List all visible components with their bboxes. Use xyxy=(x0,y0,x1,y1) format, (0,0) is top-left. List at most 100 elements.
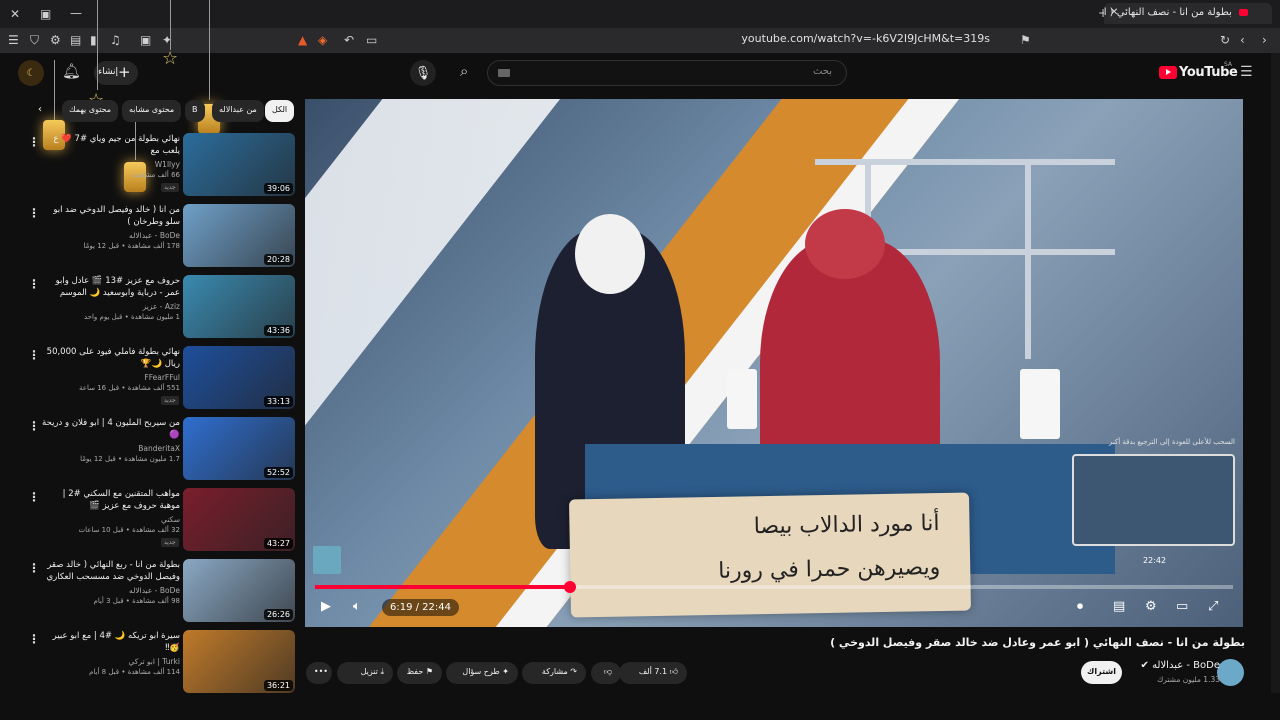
video-channel[interactable]: FFearFFul xyxy=(40,373,180,382)
channel-name[interactable]: BoDe - عبدالاله ✔ xyxy=(1140,660,1220,671)
channel-avatar[interactable] xyxy=(1217,659,1244,686)
video-thumbnail[interactable]: 20:28 xyxy=(183,204,295,267)
video-thumbnail[interactable]: 39:06 xyxy=(183,133,295,196)
search-icon[interactable]: ⌕ xyxy=(460,64,468,79)
volume-icon[interactable]: 🔈︎ xyxy=(353,599,361,614)
related-video-item[interactable]: 33:13 نهائي بطولة فاملي فيود على 50,000 ر… xyxy=(0,346,300,412)
more-options-icon[interactable]: ⋮ xyxy=(28,561,40,575)
guide-menu-icon[interactable]: ☰ xyxy=(1240,65,1253,79)
share-button[interactable]: ↷ مشاركة xyxy=(522,662,586,684)
brave-shield-icon[interactable]: ◈ xyxy=(318,33,327,47)
chip-b[interactable]: B xyxy=(185,100,205,122)
restore-window-icon[interactable]: ▣ xyxy=(40,7,51,21)
subtitles-icon[interactable]: ▤ xyxy=(1113,599,1125,614)
video-title[interactable]: مواهب المتقنين مع السكني #2 | موهبة حروف… xyxy=(40,488,180,512)
related-video-item[interactable]: 43:27 مواهب المتقنين مع السكني #2 | موهبة… xyxy=(0,488,300,554)
chip-similar[interactable]: محتوى مشابه xyxy=(122,100,182,122)
url-field[interactable]: youtube.com/watch?v=-k6V2I9JcHM&t=319s xyxy=(700,32,990,45)
undo-icon[interactable]: ↶ xyxy=(344,33,354,47)
search-input[interactable]: بحث xyxy=(487,60,847,86)
account-avatar[interactable]: ☾ xyxy=(18,60,44,86)
video-title[interactable]: نهائي بطولة من جيم وياي #7 ❤️ ع يلعب مع xyxy=(40,133,180,157)
video-thumbnail[interactable]: 43:27 xyxy=(183,488,295,551)
screenshot-icon[interactable]: ▣ xyxy=(140,33,151,47)
more-actions-button[interactable]: ••• xyxy=(306,662,332,684)
dislike-button[interactable]: 👎︎ xyxy=(591,662,621,684)
like-button[interactable]: 👍︎ 7.1 ألف xyxy=(619,662,687,684)
chip-all[interactable]: الكل xyxy=(265,100,295,122)
subscribe-button[interactable]: اشتراك xyxy=(1081,661,1122,684)
warning-icon[interactable]: ▲ xyxy=(298,33,307,47)
settings-icon[interactable]: ⚙ xyxy=(50,33,61,47)
shield-icon[interactable]: ⛉ xyxy=(30,33,39,47)
thumbs-up-icon: 👍︎ xyxy=(669,667,678,676)
keyboard-icon[interactable] xyxy=(498,69,510,77)
video-player[interactable]: أنا مورد الدالاب بيصا ويصيرهن حمرا في رو… xyxy=(305,99,1243,627)
more-options-icon[interactable]: ⋮ xyxy=(28,490,40,504)
chip-for-you[interactable]: محتوى يهمك xyxy=(62,100,119,122)
autoplay-toggle-icon[interactable]: ⏺︎ xyxy=(1077,599,1083,614)
video-thumbnail[interactable]: 36:21 xyxy=(183,630,295,693)
minimize-window-icon[interactable]: — xyxy=(70,6,82,20)
video-thumbnail[interactable]: 43:36 xyxy=(183,275,295,338)
video-thumbnail[interactable]: 33:13 xyxy=(183,346,295,409)
menu-icon[interactable]: ☰ xyxy=(8,33,19,47)
video-title[interactable]: نهائي بطولة فاملي فيود على 50,000 ريال 🌙… xyxy=(40,346,180,370)
video-channel[interactable]: سكني xyxy=(40,515,180,524)
close-window-icon[interactable]: ✕ xyxy=(10,7,20,21)
video-channel[interactable]: BanderitaX xyxy=(40,444,180,453)
more-options-icon[interactable]: ⋮ xyxy=(28,348,40,362)
video-title[interactable]: حروف مع عزيز #13 🎬 عادل وابو عمر - درباي… xyxy=(40,275,180,299)
sparkle-icon: ✦ xyxy=(502,667,509,676)
reload-icon[interactable]: ↻ xyxy=(1220,33,1230,47)
active-tab[interactable]: ✕ بطولة من انا - نصف النهائي ( ا... xyxy=(1104,3,1272,24)
video-thumbnail[interactable]: 26:26 xyxy=(183,559,295,622)
forward-icon[interactable]: › xyxy=(1262,33,1267,47)
progress-bar[interactable] xyxy=(315,581,1233,593)
more-options-icon[interactable]: ⋮ xyxy=(28,632,40,646)
back-icon[interactable]: ‹ xyxy=(1240,33,1245,47)
related-video-item[interactable]: 26:26 بطولة من انا - ربع النهائي ( خالد ص… xyxy=(0,559,300,625)
video-channel[interactable]: W1llyy xyxy=(40,160,180,169)
cast-icon[interactable]: ▭ xyxy=(366,33,377,47)
related-video-item[interactable]: 36:21 سيرة ابو تريكه 🌙 #4 | مع ابو عبير 🥳… xyxy=(0,630,300,696)
ask-button[interactable]: ✦ طرح سؤال xyxy=(446,662,518,684)
close-tab-icon[interactable]: ✕ xyxy=(1110,7,1118,18)
play-icon[interactable]: ▶ xyxy=(321,599,331,614)
tabs-icon[interactable]: ▤ xyxy=(70,33,81,47)
video-channel[interactable]: BoDe - عبدالاله xyxy=(40,586,180,595)
sidebar-icon[interactable]: ▮ xyxy=(90,33,97,47)
video-meta: 114 ألف مشاهدة • قبل 8 أيام xyxy=(89,668,180,676)
more-options-icon[interactable]: ⋮ xyxy=(28,206,40,220)
music-icon[interactable]: ♫ xyxy=(110,33,121,47)
related-video-item[interactable]: 52:52 من سيربح المليون 4 | ابو فلان و دري… xyxy=(0,417,300,483)
related-video-item[interactable]: 20:28 من انا ( خالد وفيصل الدوخي ضد ابو س… xyxy=(0,204,300,270)
video-channel[interactable]: Aziz - عزيز xyxy=(40,302,180,311)
video-title[interactable]: من انا ( خالد وفيصل الدوخي ضد ابو سلو وط… xyxy=(40,204,180,228)
video-channel[interactable]: Turki | ابو تركي xyxy=(40,657,181,666)
related-video-item[interactable]: 43:36 حروف مع عزيز #13 🎬 عادل وابو عمر - … xyxy=(0,275,300,341)
video-title[interactable]: بطولة من انا - ربع النهائي ( خالد صقر وف… xyxy=(40,559,180,583)
notifications-icon[interactable]: 🔔︎ xyxy=(62,64,81,79)
channel-watermark[interactable] xyxy=(313,546,341,574)
more-options-icon[interactable]: ⋮ xyxy=(28,419,40,433)
chip-from-channel[interactable]: من عبدالاله xyxy=(212,100,264,122)
video-channel[interactable]: BoDe - عبدالاله xyxy=(40,231,180,240)
theater-mode-icon[interactable]: ▭ xyxy=(1176,599,1188,614)
voice-search-button[interactable]: 🎙︎ xyxy=(410,60,436,86)
video-thumbnail[interactable]: 52:52 xyxy=(183,417,295,480)
fullscreen-icon[interactable]: ⤢ xyxy=(1208,599,1218,614)
create-button[interactable]: + إنشاء xyxy=(94,61,138,85)
more-options-icon[interactable]: ⋮ xyxy=(28,277,40,291)
bookmark-icon[interactable]: ⚑ xyxy=(1020,33,1031,47)
more-options-icon[interactable]: ⋮ xyxy=(28,135,40,149)
download-button[interactable]: ⤓ تنزيل xyxy=(337,662,393,684)
related-video-item[interactable]: 39:06 نهائي بطولة من جيم وياي #7 ❤️ ع يلع… xyxy=(0,133,300,199)
save-button[interactable]: ⚑ حفظ xyxy=(397,662,442,684)
page-scrollbar[interactable] xyxy=(1271,53,1280,693)
save-label: حفظ xyxy=(406,667,424,676)
video-title[interactable]: من سيربح المليون 4 | ابو فلان و دريحة 🟣 xyxy=(40,417,180,441)
video-title[interactable]: سيرة ابو تريكه 🌙 #4 | مع ابو عبير 🥳‼ xyxy=(40,630,180,654)
settings-icon[interactable]: ⚙ xyxy=(1145,599,1157,614)
chip-scroll-left-icon[interactable]: ‹ xyxy=(38,104,42,115)
